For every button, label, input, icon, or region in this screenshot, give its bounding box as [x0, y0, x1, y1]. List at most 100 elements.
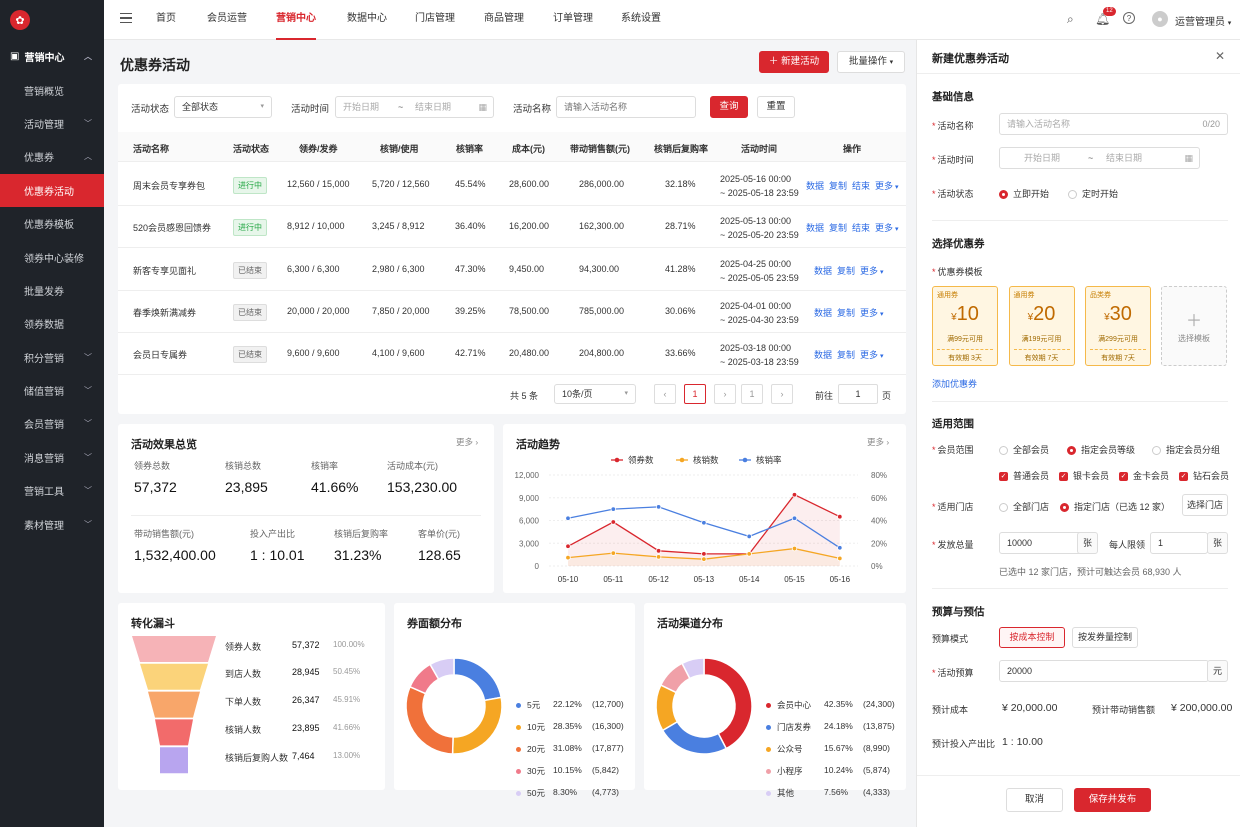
sidebar-item[interactable]: 营销工具 ﹀ — [0, 474, 104, 507]
sidebar-item[interactable]: ▣ 营销中心 ︿ — [0, 40, 104, 73]
close-icon[interactable]: ✕ — [1215, 49, 1225, 63]
nav-tab[interactable]: 营销中心 — [276, 0, 316, 40]
more-ops-link[interactable]: 更多 ▾ — [860, 306, 883, 319]
op-link[interactable]: 数据 — [814, 306, 832, 319]
status-select[interactable]: 全部状态 ▾ — [174, 96, 272, 118]
status-timed-radio[interactable]: 定时开始 — [1068, 187, 1118, 200]
member-group-radio[interactable]: 指定会员分组 — [1152, 443, 1220, 456]
nav-tab[interactable]: 系统设置 — [621, 0, 661, 40]
nav-tab[interactable]: 门店管理 — [415, 0, 455, 40]
reset-button[interactable]: 重置 — [757, 96, 795, 118]
op-link[interactable]: 结束 — [852, 221, 870, 234]
page-1-button[interactable]: 1 — [684, 384, 706, 404]
activity-table-card: 活动状态 全部状态 ▾ 活动时间 开始日期 ~ 结束日期 ▦ 活动名称 查询 重置 活动… — [118, 84, 906, 414]
activity-name-cell[interactable]: 会员日专属券 — [133, 348, 187, 361]
sidebar-item[interactable]: 消息营销 ﹀ — [0, 441, 104, 474]
page-1-button[interactable]: 1 — [741, 384, 763, 404]
cancel-button[interactable]: 取消 — [1006, 788, 1063, 812]
op-link[interactable]: 数据 — [806, 179, 824, 192]
op-link[interactable]: 复制 — [829, 179, 847, 192]
store-specific-radio[interactable]: 指定门店（已选 12 家） — [1060, 500, 1170, 513]
member-level-checkbox[interactable]: ✓ 银卡会员 — [1059, 469, 1109, 482]
sidebar-item[interactable]: 会员营销 ﹀ — [0, 407, 104, 440]
op-link[interactable]: 复制 — [829, 221, 847, 234]
sidebar-item[interactable]: 优惠券模板 — [0, 207, 104, 240]
sidebar-item[interactable]: 积分营销 ﹀ — [0, 341, 104, 374]
sidebar-item[interactable]: 优惠券活动 — [0, 173, 104, 207]
coupon-template-card[interactable]: 通用券 ¥20 满199元可用 有效期 7天 — [1008, 286, 1075, 366]
nav-tab[interactable]: 首页 — [156, 0, 176, 40]
op-link[interactable]: 结束 — [852, 179, 870, 192]
budget-mode-cost-button[interactable]: 按成本控制 — [999, 627, 1065, 648]
nav-tab[interactable]: 商品管理 — [484, 0, 524, 40]
new-activity-button[interactable]: ＋ 新建活动 — [759, 51, 829, 73]
help-icon[interactable]: ? — [1123, 12, 1135, 24]
cost-cell: 28,600.00 — [509, 179, 550, 189]
nav-tab[interactable]: 数据中心 — [347, 0, 387, 40]
member-level-checkbox[interactable]: ✓ 金卡会员 — [1119, 469, 1169, 482]
sidebar-item[interactable]: 领券中心装修 — [0, 240, 104, 273]
save-publish-button[interactable]: 保存并发布 — [1074, 788, 1151, 812]
activity-name-cell[interactable]: 新客专享见面礼 — [133, 264, 196, 277]
query-button[interactable]: 查询 — [710, 96, 748, 118]
menu-toggle-icon[interactable] — [120, 13, 132, 23]
user-name: 运营管理员 — [1175, 17, 1225, 28]
overview-more-link[interactable]: 更多 › — [456, 436, 478, 448]
op-link[interactable]: 数据 — [814, 264, 832, 277]
budget-input[interactable]: 20000 — [999, 660, 1209, 682]
activity-name-input[interactable] — [556, 96, 696, 118]
legend-dot — [516, 769, 521, 775]
select-store-button[interactable]: 选择门店 — [1182, 494, 1228, 516]
more-ops-link[interactable]: 更多 ▾ — [860, 264, 883, 277]
next-page-button[interactable]: › — [714, 384, 736, 404]
select-template-button[interactable]: ＋ 选择模板 — [1161, 286, 1227, 366]
coupon-template-card[interactable]: 通用券 ¥10 满99元可用 有效期 3天 — [932, 286, 998, 366]
date-range-picker[interactable]: 开始日期 ~ 结束日期 ▦ — [335, 96, 494, 118]
goto-page-input[interactable]: 1 — [838, 384, 878, 404]
op-link[interactable]: 复制 — [837, 348, 855, 361]
budget-mode-qty-button[interactable]: 按发券量控制 — [1072, 627, 1138, 648]
sidebar-item[interactable]: 素材管理 ﹀ — [0, 507, 104, 540]
sidebar-item[interactable]: 批量发券 — [0, 274, 104, 307]
op-link[interactable]: 数据 — [806, 221, 824, 234]
page-size-select[interactable]: 10条/页 ▾ — [554, 384, 636, 404]
drawer-date-range-picker[interactable]: 开始日期 ~ 结束日期 ▦ — [999, 147, 1200, 169]
user-menu[interactable]: 运营管理员 ▾ — [1175, 13, 1231, 28]
activity-name-cell[interactable]: 520会员感恩回馈券 — [133, 221, 211, 234]
store-all-radio[interactable]: 全部门店 — [999, 500, 1049, 513]
coupon-template-card[interactable]: 品类券 ¥30 满299元可用 有效期 7天 — [1085, 286, 1151, 366]
activity-name-cell[interactable]: 春季焕新满减券 — [133, 306, 196, 319]
nav-tab[interactable]: 会员运营 — [207, 0, 247, 40]
sidebar-item[interactable]: 营销概览 — [0, 73, 104, 106]
status-now-radio[interactable]: 立即开始 — [999, 187, 1049, 200]
activity-name-cell[interactable]: 周末会员专享券包 — [133, 179, 205, 192]
next-page-button[interactable]: › — [771, 384, 793, 404]
total-issue-input[interactable]: 10000 — [999, 532, 1088, 554]
prev-page-button[interactable]: ‹ — [654, 384, 676, 404]
member-level-radio[interactable]: 指定会员等级 — [1067, 443, 1135, 456]
coupon-icon: ▣ — [10, 51, 20, 63]
op-link[interactable]: 数据 — [814, 348, 832, 361]
more-ops-link[interactable]: 更多 ▾ — [860, 348, 883, 361]
sidebar-item[interactable]: 储值营销 ﹀ — [0, 374, 104, 407]
status-badge: 已结束 — [233, 303, 267, 321]
more-ops-link[interactable]: 更多 ▾ — [875, 221, 898, 234]
avatar[interactable]: ● — [1152, 11, 1168, 27]
member-level-checkbox[interactable]: ✓ 钻石会员 — [1179, 469, 1229, 482]
legend-label: 小程序 — [777, 766, 803, 776]
batch-operation-button[interactable]: 批量操作 ▾ — [837, 51, 905, 73]
nav-tab[interactable]: 订单管理 — [553, 0, 593, 40]
sidebar-item[interactable]: 活动管理 ﹀ — [0, 107, 104, 140]
op-link[interactable]: 复制 — [837, 306, 855, 319]
sidebar-item[interactable]: 优惠券 ︿ — [0, 140, 104, 173]
sidebar-item[interactable]: 领券数据 — [0, 307, 104, 340]
more-ops-link[interactable]: 更多 ▾ — [875, 179, 898, 192]
drawer-name-input[interactable]: 请输入活动名称 0/20 — [999, 113, 1228, 135]
radio-icon — [999, 446, 1008, 456]
op-link[interactable]: 复制 — [837, 264, 855, 277]
member-all-radio[interactable]: 全部会员 — [999, 443, 1049, 456]
member-level-checkbox[interactable]: ✓ 普通会员 — [999, 469, 1049, 482]
search-icon[interactable]: ⌕ — [1067, 12, 1074, 27]
per-person-limit-input[interactable]: 1 — [1150, 532, 1208, 554]
add-coupon-link[interactable]: 添加优惠券 — [932, 377, 977, 390]
